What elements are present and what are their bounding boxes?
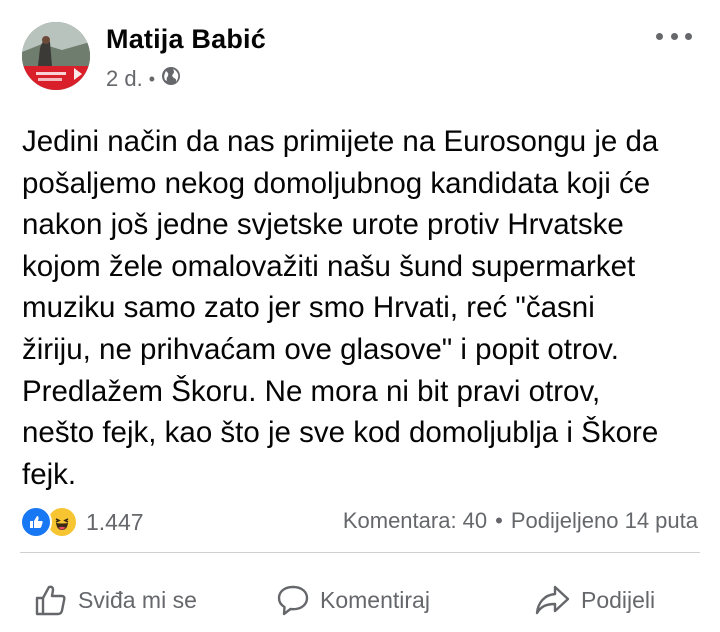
- more-dot: [656, 32, 663, 40]
- avatar-photo: [22, 22, 90, 90]
- comment-button[interactable]: Komentiraj: [276, 570, 430, 630]
- more-dot: [685, 32, 692, 40]
- post-text: Jedini način da nas primijete na Euroson…: [22, 125, 659, 491]
- reaction-count: 1.447: [86, 508, 144, 535]
- like-label: Sviđa mi se: [78, 586, 197, 613]
- avatar[interactable]: [22, 22, 90, 90]
- share-icon: [535, 583, 571, 617]
- post-stats: 1.447 Komentara: 40 • Podijeljeno 14 put…: [0, 500, 720, 540]
- more-dot: [670, 32, 678, 40]
- divider: [20, 552, 700, 553]
- comment-count[interactable]: Komentara: 40: [343, 508, 487, 534]
- like-button[interactable]: Sviđa mi se: [34, 570, 197, 630]
- author-name[interactable]: Matija Babić: [106, 24, 266, 55]
- like-icon: [20, 506, 52, 538]
- engagement-stats: Komentara: 40 • Podijeljeno 14 puta: [343, 508, 698, 534]
- globe-icon: [161, 66, 181, 92]
- post-time[interactable]: 2 d.: [106, 66, 143, 92]
- post-header: Matija Babić 2 d. •: [0, 0, 720, 110]
- share-button[interactable]: Podijeli: [535, 570, 655, 630]
- reactions-summary[interactable]: 1.447: [20, 506, 144, 538]
- meta-separator: •: [148, 68, 156, 89]
- thumbs-up-icon: [34, 583, 68, 617]
- comment-icon: [276, 583, 310, 617]
- share-label: Podijeli: [581, 586, 656, 613]
- comment-label: Komentiraj: [320, 586, 430, 613]
- more-options-button[interactable]: [656, 24, 692, 48]
- stats-separator: •: [495, 508, 503, 533]
- share-count[interactable]: Podijeljeno 14 puta: [511, 508, 698, 534]
- action-bar: Sviđa mi se Komentiraj Podijeli: [0, 570, 720, 630]
- post-meta: 2 d. •: [106, 66, 181, 92]
